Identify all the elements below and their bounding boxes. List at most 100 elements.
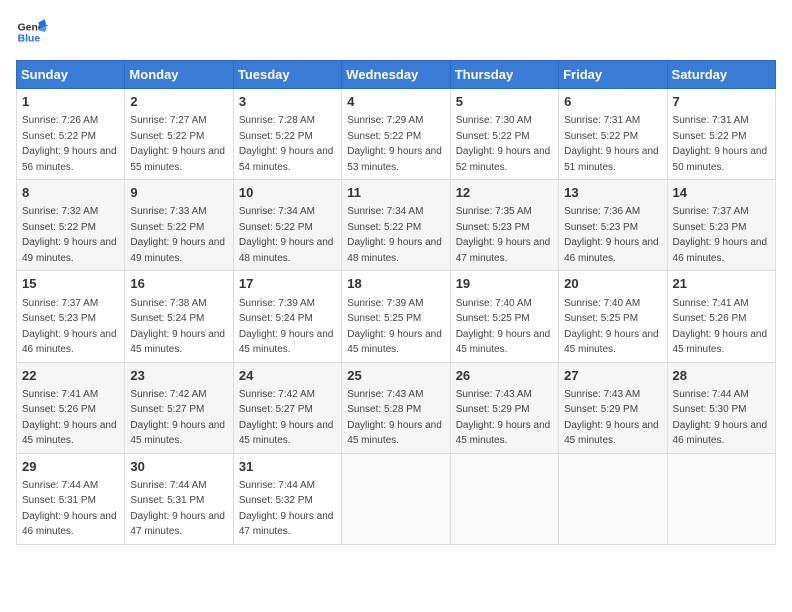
day-number: 22 (22, 367, 119, 385)
calendar-cell: 31Sunrise: 7:44 AMSunset: 5:32 PMDayligh… (233, 453, 341, 544)
calendar-cell (559, 453, 667, 544)
calendar-cell: 27 Sunrise: 7:43 AMSunset: 5:29 PMDayligh… (559, 362, 667, 453)
day-detail: Sunrise: 7:38 AMSunset: 5:24 PMDaylight:… (130, 298, 225, 356)
day-detail: Sunrise: 7:31 AMSunset: 5:22 PMDaylight:… (673, 115, 768, 173)
calendar-cell (450, 453, 558, 544)
day-detail: Sunrise: 7:41 AMSunset: 5:26 PMDaylight:… (673, 298, 768, 356)
calendar-cell: 5 Sunrise: 7:30 AMSunset: 5:22 PMDaylight… (450, 89, 558, 180)
day-detail: Sunrise: 7:30 AMSunset: 5:22 PMDaylight:… (456, 115, 551, 173)
header-sunday: Sunday (17, 61, 125, 89)
day-detail: Sunrise: 7:43 AMSunset: 5:29 PMDaylight:… (456, 389, 551, 447)
day-detail: Sunrise: 7:37 AMSunset: 5:23 PMDaylight:… (22, 298, 117, 356)
day-number: 23 (130, 367, 227, 385)
logo: General Blue (16, 16, 48, 48)
day-detail: Sunrise: 7:39 AMSunset: 5:24 PMDaylight:… (239, 298, 334, 356)
calendar-week-4: 22 Sunrise: 7:41 AMSunset: 5:26 PMDayligh… (17, 362, 776, 453)
day-detail: Sunrise: 7:39 AMSunset: 5:25 PMDaylight:… (347, 298, 442, 356)
svg-text:Blue: Blue (18, 34, 41, 45)
calendar-week-5: 29 Sunrise: 7:44 AMSunset: 5:31 PMDayligh… (17, 453, 776, 544)
day-number: 4 (347, 93, 444, 111)
day-number: 17 (239, 275, 336, 293)
calendar-cell: 10 Sunrise: 7:34 AMSunset: 5:22 PMDayligh… (233, 180, 341, 271)
calendar-cell: 13Sunrise: 7:36 AMSunset: 5:23 PMDayligh… (559, 180, 667, 271)
day-number: 9 (130, 184, 227, 202)
calendar-header-row: SundayMondayTuesdayWednesdayThursdayFrid… (17, 61, 776, 89)
calendar-cell: 2 Sunrise: 7:27 AMSunset: 5:22 PMDaylight… (125, 89, 233, 180)
day-number: 8 (22, 184, 119, 202)
day-detail: Sunrise: 7:27 AMSunset: 5:22 PMDaylight:… (130, 115, 225, 173)
day-number: 28 (673, 367, 770, 385)
calendar-week-1: 1 Sunrise: 7:26 AMSunset: 5:22 PMDaylight… (17, 89, 776, 180)
day-number: 1 (22, 93, 119, 111)
calendar-cell: 12 Sunrise: 7:35 AMSunset: 5:23 PMDayligh… (450, 180, 558, 271)
day-number: 12 (456, 184, 553, 202)
day-detail: Sunrise: 7:32 AMSunset: 5:22 PMDaylight:… (22, 206, 117, 264)
day-detail: Sunrise: 7:31 AMSunset: 5:22 PMDaylight:… (564, 115, 659, 173)
day-number: 30 (130, 458, 227, 476)
day-number: 2 (130, 93, 227, 111)
day-detail: Sunrise: 7:37 AMSunset: 5:23 PMDaylight:… (673, 206, 768, 264)
calendar-cell: 9Sunrise: 7:33 AMSunset: 5:22 PMDaylight… (125, 180, 233, 271)
day-detail: Sunrise: 7:44 AMSunset: 5:32 PMDaylight:… (239, 480, 334, 538)
calendar-cell: 17 Sunrise: 7:39 AMSunset: 5:24 PMDayligh… (233, 271, 341, 362)
day-detail: Sunrise: 7:26 AMSunset: 5:22 PMDaylight:… (22, 115, 117, 173)
calendar-cell (667, 453, 775, 544)
day-number: 25 (347, 367, 444, 385)
calendar-cell: 6 Sunrise: 7:31 AMSunset: 5:22 PMDaylight… (559, 89, 667, 180)
day-number: 15 (22, 275, 119, 293)
day-number: 16 (130, 275, 227, 293)
day-detail: Sunrise: 7:41 AMSunset: 5:26 PMDaylight:… (22, 389, 117, 447)
day-detail: Sunrise: 7:29 AMSunset: 5:22 PMDaylight:… (347, 115, 442, 173)
day-number: 20 (564, 275, 661, 293)
header-friday: Friday (559, 61, 667, 89)
day-number: 6 (564, 93, 661, 111)
day-number: 14 (673, 184, 770, 202)
calendar-body: 1 Sunrise: 7:26 AMSunset: 5:22 PMDaylight… (17, 89, 776, 545)
day-detail: Sunrise: 7:36 AMSunset: 5:23 PMDaylight:… (564, 206, 659, 264)
day-detail: Sunrise: 7:43 AMSunset: 5:28 PMDaylight:… (347, 389, 442, 447)
day-detail: Sunrise: 7:44 AMSunset: 5:30 PMDaylight:… (673, 389, 768, 447)
day-number: 5 (456, 93, 553, 111)
calendar-cell: 24 Sunrise: 7:42 AMSunset: 5:27 PMDayligh… (233, 362, 341, 453)
day-detail: Sunrise: 7:40 AMSunset: 5:25 PMDaylight:… (456, 298, 551, 356)
day-detail: Sunrise: 7:44 AMSunset: 5:31 PMDaylight:… (22, 480, 117, 538)
day-detail: Sunrise: 7:42 AMSunset: 5:27 PMDaylight:… (239, 389, 334, 447)
day-number: 21 (673, 275, 770, 293)
day-detail: Sunrise: 7:35 AMSunset: 5:23 PMDaylight:… (456, 206, 551, 264)
day-number: 18 (347, 275, 444, 293)
day-detail: Sunrise: 7:34 AMSunset: 5:22 PMDaylight:… (239, 206, 334, 264)
day-number: 19 (456, 275, 553, 293)
calendar-cell: 25 Sunrise: 7:43 AMSunset: 5:28 PMDayligh… (342, 362, 450, 453)
calendar-week-2: 8 Sunrise: 7:32 AMSunset: 5:22 PMDaylight… (17, 180, 776, 271)
day-number: 7 (673, 93, 770, 111)
header-thursday: Thursday (450, 61, 558, 89)
day-detail: Sunrise: 7:43 AMSunset: 5:29 PMDaylight:… (564, 389, 659, 447)
day-number: 24 (239, 367, 336, 385)
calendar-cell: 14 Sunrise: 7:37 AMSunset: 5:23 PMDayligh… (667, 180, 775, 271)
day-detail: Sunrise: 7:44 AMSunset: 5:31 PMDaylight:… (130, 480, 225, 538)
logo-icon: General Blue (16, 16, 48, 48)
page-header: General Blue (16, 16, 776, 48)
calendar-cell: 15 Sunrise: 7:37 AMSunset: 5:23 PMDayligh… (17, 271, 125, 362)
header-tuesday: Tuesday (233, 61, 341, 89)
calendar-cell: 16 Sunrise: 7:38 AMSunset: 5:24 PMDayligh… (125, 271, 233, 362)
header-saturday: Saturday (667, 61, 775, 89)
day-detail: Sunrise: 7:28 AMSunset: 5:22 PMDaylight:… (239, 115, 334, 173)
calendar-cell: 28 Sunrise: 7:44 AMSunset: 5:30 PMDayligh… (667, 362, 775, 453)
day-number: 11 (347, 184, 444, 202)
calendar-cell: 18 Sunrise: 7:39 AMSunset: 5:25 PMDayligh… (342, 271, 450, 362)
calendar-week-3: 15 Sunrise: 7:37 AMSunset: 5:23 PMDayligh… (17, 271, 776, 362)
calendar-cell: 19 Sunrise: 7:40 AMSunset: 5:25 PMDayligh… (450, 271, 558, 362)
calendar-cell: 7 Sunrise: 7:31 AMSunset: 5:22 PMDaylight… (667, 89, 775, 180)
day-number: 10 (239, 184, 336, 202)
calendar-cell (342, 453, 450, 544)
calendar-cell: 26 Sunrise: 7:43 AMSunset: 5:29 PMDayligh… (450, 362, 558, 453)
day-detail: Sunrise: 7:42 AMSunset: 5:27 PMDaylight:… (130, 389, 225, 447)
calendar-cell: 23 Sunrise: 7:42 AMSunset: 5:27 PMDayligh… (125, 362, 233, 453)
day-number: 29 (22, 458, 119, 476)
calendar-cell: 11Sunrise: 7:34 AMSunset: 5:22 PMDayligh… (342, 180, 450, 271)
day-number: 26 (456, 367, 553, 385)
calendar-cell: 1 Sunrise: 7:26 AMSunset: 5:22 PMDaylight… (17, 89, 125, 180)
day-number: 27 (564, 367, 661, 385)
day-detail: Sunrise: 7:40 AMSunset: 5:25 PMDaylight:… (564, 298, 659, 356)
